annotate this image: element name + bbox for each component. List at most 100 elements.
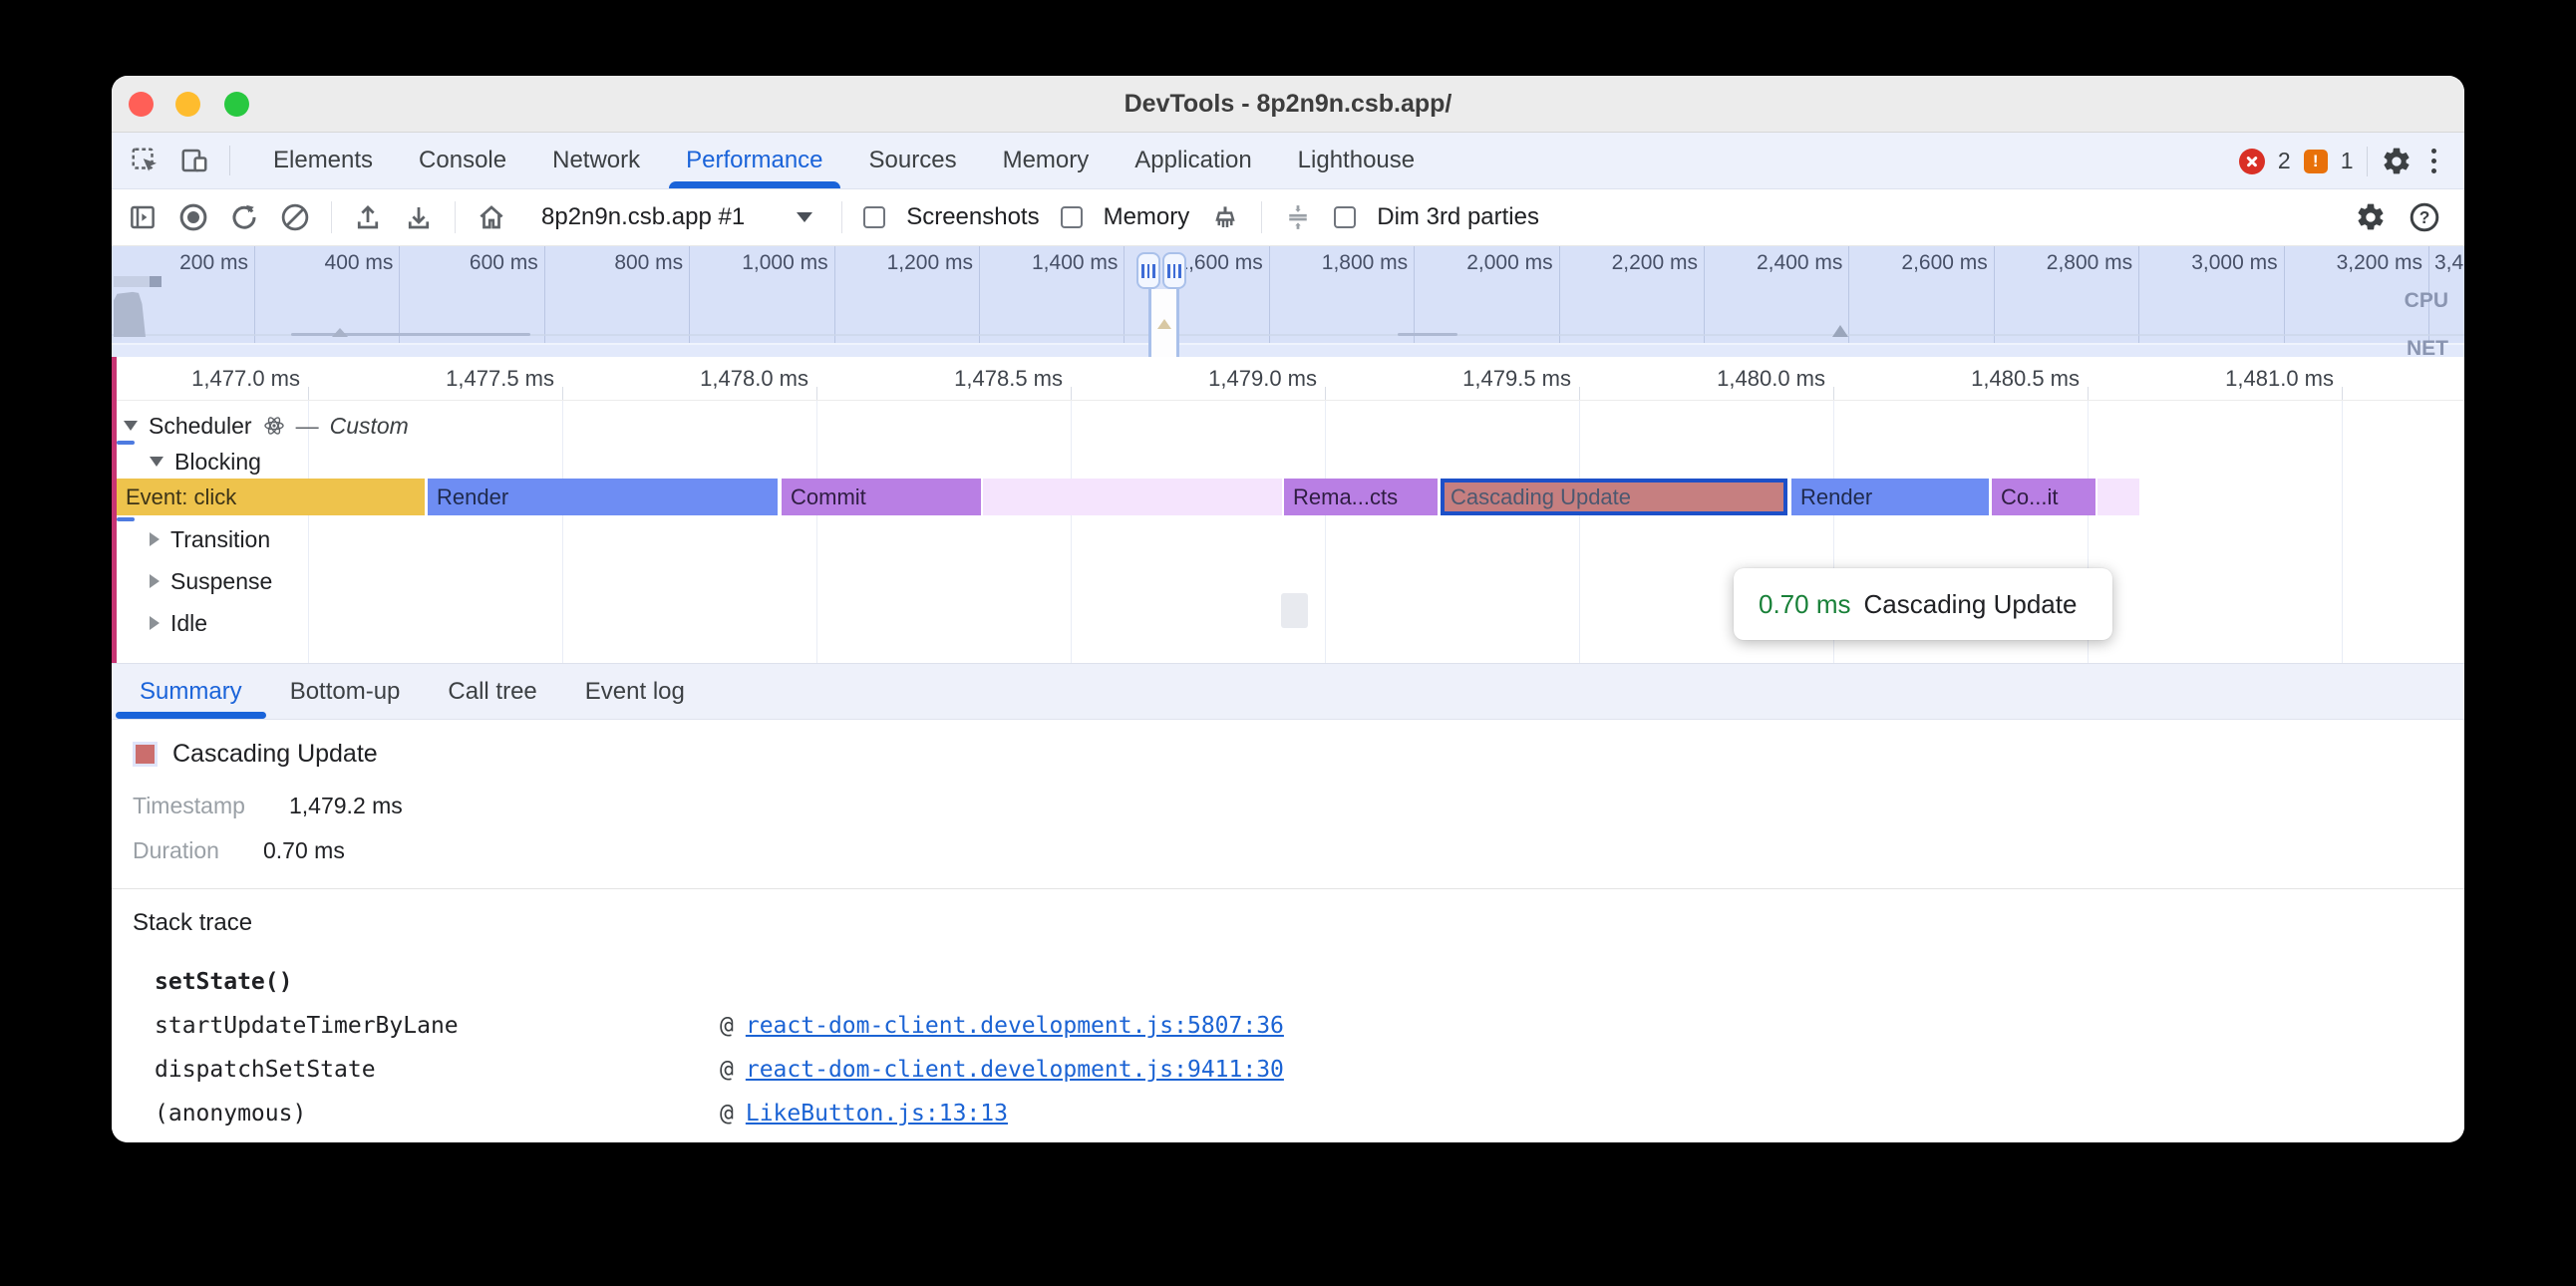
- tab-performance[interactable]: Performance: [663, 133, 845, 188]
- console-errors-icon[interactable]: [2239, 149, 2265, 174]
- selection-left-handle[interactable]: [1136, 252, 1160, 289]
- expanded-triangle-icon[interactable]: [124, 421, 138, 431]
- record-and-reload-icon[interactable]: [229, 202, 259, 232]
- performance-settings-gear-icon[interactable]: [2355, 201, 2387, 233]
- chevron-down-icon: [797, 212, 812, 222]
- expanded-triangle-icon[interactable]: [150, 457, 163, 467]
- track-gridline: [816, 401, 817, 663]
- details-tab-event-log[interactable]: Event log: [561, 664, 709, 719]
- stack-frame: dispatchSetState @react-dom-client.develo…: [112, 1048, 2464, 1092]
- tab-sources[interactable]: Sources: [846, 133, 980, 188]
- tab-application[interactable]: Application: [1112, 133, 1274, 188]
- overview-marker-triangle: [1832, 325, 1848, 337]
- tab-elements[interactable]: Elements: [250, 133, 396, 188]
- panel-tab-strip: ElementsConsoleNetworkPerformanceSources…: [250, 133, 1438, 188]
- frame-location: @react-dom-client.development.js:9411:30: [720, 1048, 1284, 1092]
- frame-at-symbol: @: [720, 1004, 734, 1048]
- profile-select[interactable]: 8p2n9n.csb.app #1: [527, 203, 820, 231]
- flame-bar-phase[interactable]: [2097, 479, 2139, 515]
- help-icon[interactable]: ?: [2409, 201, 2440, 233]
- track-transition[interactable]: Transition: [150, 524, 270, 554]
- scheduler-dash: —: [296, 413, 319, 440]
- ruler-tick: 1,479.0 ms: [1078, 357, 1317, 401]
- stack-frame: (anonymous)@LikeButton.js:13:13: [112, 1092, 2464, 1135]
- frame-function-name: (anonymous): [155, 1092, 306, 1135]
- inspect-element-icon[interactable]: [130, 146, 160, 175]
- screenshots-checkbox[interactable]: [863, 206, 885, 228]
- toolbar-separator: [455, 201, 456, 233]
- device-toolbar-icon[interactable]: [179, 146, 209, 175]
- collapsed-triangle-icon[interactable]: [150, 616, 160, 630]
- frame-source-link[interactable]: react-dom-client.development.js:9411:30: [746, 1048, 1284, 1092]
- ruler-gridline: [816, 387, 817, 400]
- upload-profile-icon[interactable]: [353, 202, 383, 232]
- tabbar-separator: [2367, 147, 2368, 176]
- collapsed-triangle-icon[interactable]: [150, 574, 160, 588]
- stack-frame: startUpdateTimerByLane@react-dom-client.…: [112, 1004, 2464, 1048]
- flame-bar-render[interactable]: Render: [1791, 479, 1989, 515]
- track-scheduler-label: Scheduler: [149, 413, 252, 440]
- scheduler-kind-label: Custom: [330, 413, 409, 440]
- flame-bar-co-it[interactable]: Co...it: [1992, 479, 2095, 515]
- console-warnings-icon[interactable]: !: [2304, 150, 2328, 173]
- devtools-window: DevTools - 8p2n9n.csb.app/ ElementsConso…: [112, 76, 2464, 1142]
- track-idle[interactable]: Idle: [150, 608, 207, 638]
- track-scheduler[interactable]: Scheduler — Custom: [124, 409, 409, 443]
- toolbar-separator: [841, 201, 842, 233]
- shortcuts-dialog-icon[interactable]: [1283, 202, 1313, 232]
- download-profile-icon[interactable]: [404, 202, 434, 232]
- error-count: 2: [2278, 148, 2291, 174]
- detail-time-ruler: 1,477.0 ms1,477.5 ms1,478.0 ms1,478.5 ms…: [112, 357, 2464, 401]
- tooltip-label: Cascading Update: [1864, 589, 2078, 620]
- flame-bar-cascading-update[interactable]: Cascading Update: [1441, 479, 1787, 515]
- ruler-gridline: [1325, 387, 1326, 400]
- details-tab-call-tree[interactable]: Call tree: [424, 664, 560, 719]
- settings-gear-icon[interactable]: [2381, 146, 2413, 177]
- frame-function-name: dispatchSetState: [155, 1048, 376, 1092]
- tab-console[interactable]: Console: [396, 133, 529, 188]
- overview-cpu-trace: [291, 333, 530, 336]
- frame-source-link[interactable]: LikeButton.js:13:13: [746, 1092, 1008, 1135]
- flame-bar-event-click[interactable]: Event: click: [117, 479, 425, 515]
- track-gridline: [1579, 401, 1580, 663]
- ruler-tick: 1,480.0 ms: [1586, 357, 1825, 401]
- flame-bar-render[interactable]: Render: [428, 479, 778, 515]
- stack-trace-title: Stack trace: [133, 909, 252, 937]
- home-icon[interactable]: [477, 202, 506, 232]
- selection-right-handle[interactable]: [1162, 252, 1186, 289]
- tab-memory[interactable]: Memory: [980, 133, 1113, 188]
- dim-3rd-parties-checkbox[interactable]: [1334, 206, 1356, 228]
- track-blocking[interactable]: Blocking: [150, 447, 261, 477]
- event-tooltip: 0.70 ms Cascading Update: [1734, 568, 2112, 640]
- collect-garbage-icon[interactable]: [1210, 202, 1240, 232]
- toggle-sidebar-icon[interactable]: [128, 202, 158, 232]
- event-color-swatch: [133, 742, 158, 767]
- track-gridline: [562, 401, 563, 663]
- memory-checkbox[interactable]: [1061, 206, 1083, 228]
- devtools-tabbar: ElementsConsoleNetworkPerformanceSources…: [112, 133, 2464, 189]
- flame-bar-rema-cts[interactable]: Rema...cts: [1284, 479, 1438, 515]
- tab-network[interactable]: Network: [529, 133, 663, 188]
- more-options-icon[interactable]: [2425, 149, 2443, 174]
- ruler-tick: 1,478.0 ms: [569, 357, 808, 401]
- flame-bar-commit[interactable]: Commit: [782, 479, 981, 515]
- details-tab-summary[interactable]: Summary: [116, 664, 266, 719]
- timeline-overview[interactable]: 200 ms400 ms600 ms800 ms1,000 ms1,200 ms…: [112, 246, 2464, 357]
- overview-cpu-label: CPU: [2405, 289, 2448, 313]
- ruler-gridline: [2342, 387, 2343, 400]
- collapsed-triangle-icon[interactable]: [150, 532, 160, 546]
- tab-lighthouse[interactable]: Lighthouse: [1275, 133, 1438, 188]
- track-suspense[interactable]: Suspense: [150, 566, 272, 596]
- stack-trace-pane: Stack trace setState()startUpdateTimerBy…: [112, 889, 2464, 1142]
- frame-function-name: setState(): [155, 960, 292, 1004]
- track-scroll-indicator: [117, 441, 135, 445]
- overview-net-label: NET: [2407, 341, 2448, 357]
- flame-chart-area[interactable]: Scheduler — Custom Blocking Event: click…: [112, 401, 2464, 663]
- record-icon[interactable]: [178, 202, 208, 232]
- frame-source-link[interactable]: react-dom-client.development.js:5807:36: [746, 1004, 1284, 1048]
- details-tab-bottom-up[interactable]: Bottom-up: [266, 664, 425, 719]
- flame-bar-phase[interactable]: [983, 479, 1282, 515]
- clear-icon[interactable]: [280, 202, 310, 232]
- overview-selection-window[interactable]: [1148, 289, 1179, 357]
- profile-select-value: 8p2n9n.csb.app #1: [541, 203, 745, 231]
